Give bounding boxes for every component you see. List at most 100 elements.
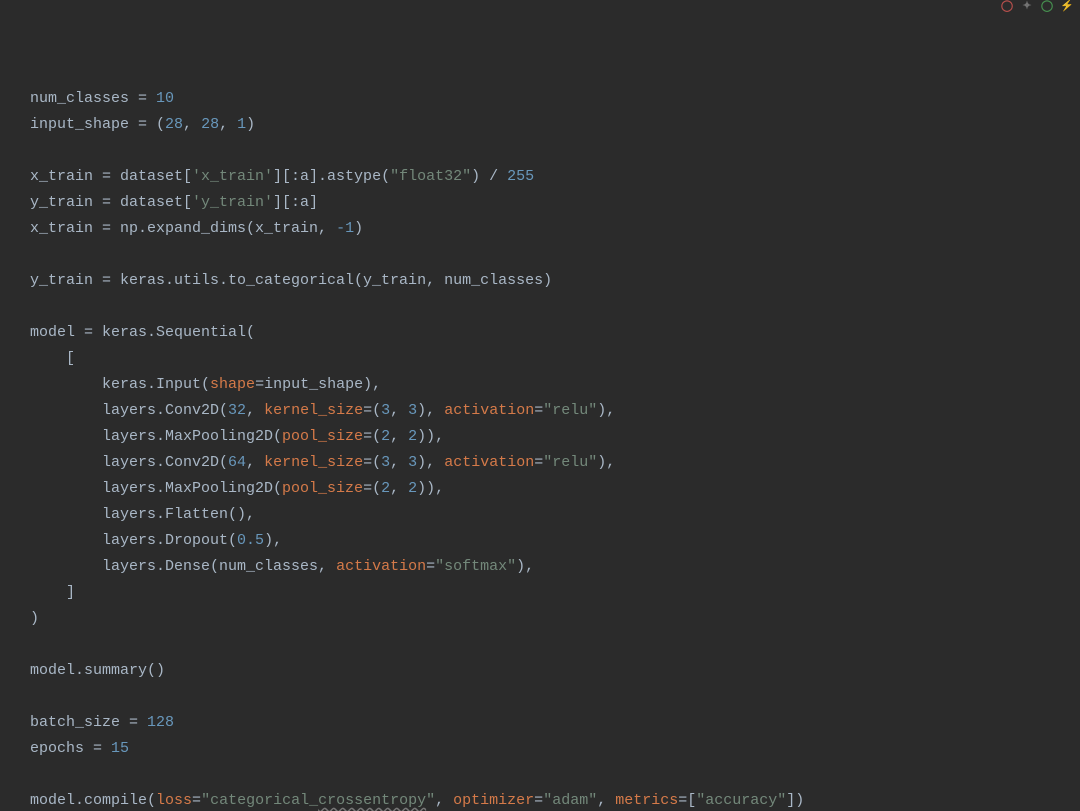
code-token: =( xyxy=(363,454,381,471)
code-token: =( xyxy=(363,402,381,419)
code-token: layers.Dense(num_classes, xyxy=(102,558,336,575)
code-token xyxy=(30,350,66,367)
code-token: "adam" xyxy=(543,792,597,809)
code-token: , xyxy=(390,428,408,445)
code-line[interactable]: batch_size = 128 xyxy=(30,710,1080,736)
code-line[interactable]: layers.Conv2D(64, kernel_size=(3, 3), ac… xyxy=(30,450,1080,476)
code-token: layers.Flatten(), xyxy=(102,506,255,523)
code-token: = xyxy=(534,454,543,471)
code-token: 128 xyxy=(147,714,174,731)
code-token: ) xyxy=(354,220,363,237)
code-token: ), xyxy=(597,402,615,419)
code-token: , xyxy=(390,402,408,419)
code-line[interactable]: num_classes = 10 xyxy=(30,86,1080,112)
code-area[interactable]: num_classes = 10input_shape = (28, 28, 1… xyxy=(30,86,1080,811)
code-line[interactable]: model.summary() xyxy=(30,658,1080,684)
code-line[interactable] xyxy=(30,684,1080,710)
code-token: = xyxy=(426,558,435,575)
circle2-icon[interactable]: ◯ xyxy=(1040,0,1054,14)
code-token: layers.MaxPooling2D( xyxy=(102,480,282,497)
code-line[interactable] xyxy=(30,294,1080,320)
code-line[interactable]: layers.Conv2D(32, kernel_size=(3, 3), ac… xyxy=(30,398,1080,424)
code-token: pool_size xyxy=(282,428,363,445)
code-token: ), xyxy=(417,402,444,419)
code-token xyxy=(30,506,102,523)
code-token: crossentropy xyxy=(318,792,426,809)
code-token: , xyxy=(246,454,264,471)
code-line[interactable] xyxy=(30,138,1080,164)
code-token: "softmax" xyxy=(435,558,516,575)
code-token: 1 xyxy=(237,116,246,133)
code-token: num_classes = xyxy=(30,90,156,107)
code-line[interactable]: x_train = np.expand_dims(x_train, -1) xyxy=(30,216,1080,242)
code-token: batch_size = xyxy=(30,714,147,731)
code-token: , xyxy=(219,116,237,133)
code-token: y_train = keras.utils.to_categorical(y_t… xyxy=(30,272,552,289)
code-line[interactable]: input_shape = (28, 28, 1) xyxy=(30,112,1080,138)
code-token: 3 xyxy=(408,454,417,471)
code-token: ][:a].astype( xyxy=(273,168,390,185)
code-line[interactable]: ] xyxy=(30,580,1080,606)
code-token: model.compile( xyxy=(30,792,156,809)
code-token: pool_size xyxy=(282,480,363,497)
code-token: , xyxy=(390,454,408,471)
code-token: ) xyxy=(30,610,39,627)
code-line[interactable]: y_train = keras.utils.to_categorical(y_t… xyxy=(30,268,1080,294)
code-token xyxy=(30,402,102,419)
code-line[interactable]: ) xyxy=(30,606,1080,632)
code-line[interactable]: x_train = dataset['x_train'][:a].astype(… xyxy=(30,164,1080,190)
code-token: =( xyxy=(363,480,381,497)
code-token: activation xyxy=(444,402,534,419)
code-token: 0.5 xyxy=(237,532,264,549)
code-line[interactable]: layers.Dense(num_classes, activation="so… xyxy=(30,554,1080,580)
code-line[interactable]: layers.Dropout(0.5), xyxy=(30,528,1080,554)
code-token: 15 xyxy=(111,740,129,757)
circle1-icon[interactable]: ◯ xyxy=(1000,0,1014,14)
code-token: ), xyxy=(264,532,282,549)
code-token: shape xyxy=(210,376,255,393)
code-token: =input_shape), xyxy=(255,376,381,393)
code-token: = xyxy=(192,792,201,809)
code-token: ) xyxy=(246,116,255,133)
code-token: kernel_size xyxy=(264,402,363,419)
code-token: " xyxy=(426,792,435,809)
code-token: )), xyxy=(417,480,444,497)
code-token: =( xyxy=(363,428,381,445)
code-line[interactable] xyxy=(30,632,1080,658)
code-token: layers.Dropout( xyxy=(102,532,237,549)
code-token: layers.Conv2D( xyxy=(102,454,228,471)
code-token: 2 xyxy=(408,428,417,445)
code-line[interactable] xyxy=(30,242,1080,268)
code-token: ) / xyxy=(471,168,507,185)
code-line[interactable]: keras.Input(shape=input_shape), xyxy=(30,372,1080,398)
code-token: , xyxy=(246,402,264,419)
code-token: 2 xyxy=(408,480,417,497)
code-token: )), xyxy=(417,428,444,445)
code-token: 28 xyxy=(165,116,183,133)
bolt-icon[interactable]: ⚡ xyxy=(1060,0,1074,14)
code-line[interactable]: y_train = dataset['y_train'][:a] xyxy=(30,190,1080,216)
code-line[interactable]: model = keras.Sequential( xyxy=(30,320,1080,346)
code-line[interactable]: [ xyxy=(30,346,1080,372)
code-token: x_train = np.expand_dims(x_train, xyxy=(30,220,336,237)
code-token: ][:a] xyxy=(273,194,318,211)
editor-toolbar: ◯ ✦ ◯ ⚡ xyxy=(1000,0,1074,14)
code-token: 10 xyxy=(156,90,174,107)
code-token xyxy=(30,428,102,445)
code-token: 'y_train' xyxy=(192,194,273,211)
code-token: "relu" xyxy=(543,402,597,419)
code-line[interactable] xyxy=(30,762,1080,788)
code-line[interactable]: epochs = 15 xyxy=(30,736,1080,762)
code-line[interactable]: layers.Flatten(), xyxy=(30,502,1080,528)
code-editor[interactable]: ◯✦◯⚡ num_classes = 10input_shape = (28, … xyxy=(0,0,1080,811)
code-token xyxy=(30,480,102,497)
code-token: 'x_train' xyxy=(192,168,273,185)
settings-icon[interactable]: ✦ xyxy=(1020,0,1034,14)
code-token: model.summary() xyxy=(30,662,165,679)
code-line[interactable]: layers.MaxPooling2D(pool_size=(2, 2)), xyxy=(30,424,1080,450)
code-line[interactable]: layers.MaxPooling2D(pool_size=(2, 2)), xyxy=(30,476,1080,502)
code-token: ), xyxy=(597,454,615,471)
code-token: "float32" xyxy=(390,168,471,185)
code-line[interactable]: model.compile(loss="categorical_crossent… xyxy=(30,788,1080,811)
code-token: , xyxy=(183,116,201,133)
